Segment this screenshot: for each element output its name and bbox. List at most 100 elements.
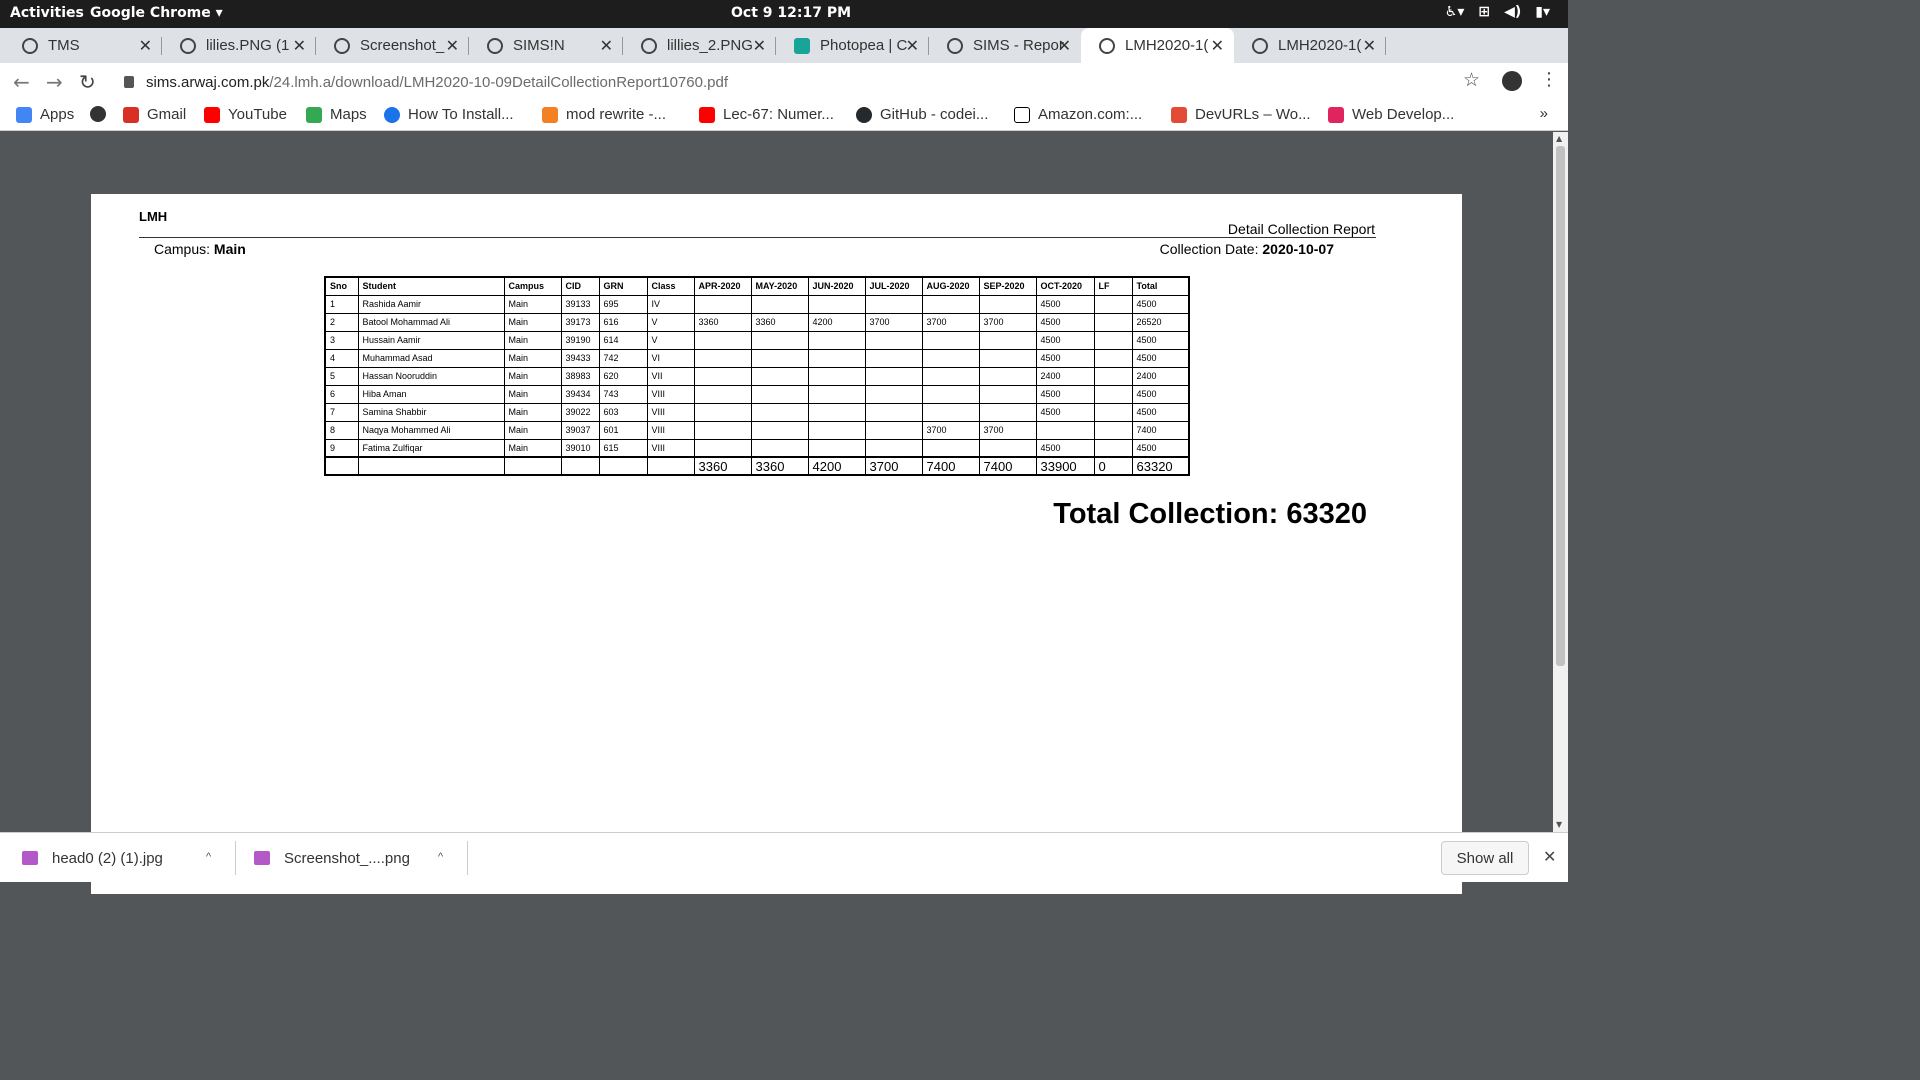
- profile-avatar-icon[interactable]: [1502, 71, 1522, 91]
- table-cell: 38983: [560, 366, 600, 386]
- total-cell: 3700: [864, 456, 923, 476]
- chevron-up-icon[interactable]: ^: [438, 851, 443, 863]
- table-cell: 4500: [1035, 384, 1095, 404]
- reload-icon[interactable]: ↻: [79, 70, 96, 94]
- clock[interactable]: Oct 9 12:17 PM: [731, 5, 851, 21]
- tab[interactable]: Photopea | C ✕: [776, 28, 929, 63]
- tab[interactable]: lilies.PNG (1 ✕: [162, 28, 316, 63]
- collection-date-line: Collection Date: 2020-10-07: [1160, 241, 1334, 257]
- close-icon[interactable]: ✕: [139, 36, 152, 56]
- bookmarks-overflow-button[interactable]: »: [1540, 105, 1548, 122]
- table-cell: [1093, 312, 1133, 332]
- pdf-viewer[interactable]: LMH Detail Collection Report Campus: Mai…: [0, 132, 1568, 894]
- total-cell: 0: [1093, 456, 1133, 476]
- bookmark-stackoverflow[interactable]: mod rewrite -...: [542, 106, 666, 123]
- table-cell: Hiba Aman: [357, 384, 505, 404]
- bookmark-apps[interactable]: Apps: [16, 106, 74, 123]
- total-cell: 3360: [693, 456, 752, 476]
- close-icon[interactable]: ✕: [1543, 847, 1556, 867]
- tab[interactable]: SIMS - Repor ✕: [929, 28, 1081, 63]
- close-icon[interactable]: ✕: [906, 36, 919, 56]
- table-cell: [750, 348, 809, 368]
- campus-line: Campus: Main: [154, 241, 246, 257]
- tab-strip: TMS ✕ lilies.PNG (1 ✕ Screenshot_ ✕ SIMS!N ✕…: [0, 28, 1568, 84]
- tab[interactable]: LMH2020-1(✕: [1234, 28, 1386, 63]
- tab[interactable]: lillies_2.PNG ✕: [623, 28, 776, 63]
- close-icon[interactable]: ✕: [446, 36, 459, 56]
- network-icon[interactable]: ⊞: [1478, 4, 1490, 20]
- bookmark-gmail[interactable]: Gmail: [123, 106, 186, 123]
- activities-button[interactable]: Activities: [10, 5, 84, 21]
- table-cell: Batool Mohammad Ali: [357, 312, 505, 332]
- column-header: Student: [357, 276, 505, 296]
- table-cell: V: [646, 312, 695, 332]
- table-cell: VII: [646, 366, 695, 386]
- table-cell: [978, 366, 1037, 386]
- table-cell: VIII: [646, 402, 695, 422]
- table-cell: 39037: [560, 420, 600, 440]
- table-cell: VIII: [646, 438, 695, 458]
- bookmark-lecture[interactable]: Lec-67: Numer...: [699, 106, 834, 123]
- tab[interactable]: TMS ✕: [4, 28, 162, 63]
- scroll-up-icon[interactable]: ▲: [1556, 134, 1562, 143]
- lock-icon[interactable]: [124, 76, 134, 88]
- bookmark-maps[interactable]: Maps: [306, 106, 367, 123]
- bookmark-label: mod rewrite -...: [566, 106, 667, 123]
- tab[interactable]: SIMS!N ✕: [469, 28, 623, 63]
- download-item[interactable]: head0 (2) (1).jpg ^: [22, 833, 232, 883]
- bookmark-star-icon[interactable]: ☆: [1463, 69, 1480, 91]
- bookmark-label: GitHub - codei...: [880, 106, 989, 123]
- close-icon[interactable]: ✕: [753, 36, 766, 56]
- download-item[interactable]: Screenshot_....png ^: [254, 833, 464, 883]
- close-icon[interactable]: ✕: [1363, 36, 1376, 56]
- table-cell: VI: [646, 348, 695, 368]
- globe-icon: [90, 106, 106, 122]
- table-cell: [864, 366, 923, 386]
- show-all-button[interactable]: Show all: [1441, 841, 1529, 875]
- bookmark-amazon[interactable]: Amazon.com:...: [1014, 106, 1142, 123]
- accessibility-icon[interactable]: ♿▾: [1445, 4, 1465, 20]
- volume-icon[interactable]: ◀): [1504, 4, 1521, 20]
- bookmark-install[interactable]: How To Install...: [384, 106, 514, 123]
- tab-active[interactable]: LMH2020-1(✕: [1081, 28, 1234, 63]
- table-cell: 601: [598, 420, 648, 440]
- bookmark-devurls[interactable]: DevURLs – Wo...: [1171, 106, 1311, 123]
- bookmark-github[interactable]: GitHub - codei...: [856, 106, 988, 123]
- table-cell: 3: [324, 330, 359, 350]
- bookmark-youtube[interactable]: YouTube: [204, 106, 287, 123]
- table-cell: [921, 348, 980, 368]
- table-cell: 4500: [1131, 348, 1190, 368]
- table-cell: 3700: [978, 420, 1037, 440]
- globe-icon: [180, 37, 196, 54]
- column-header: Campus: [503, 276, 562, 296]
- bookmark-label: Apps: [40, 106, 75, 123]
- system-top-bar: Activities Google Chrome ▾ Oct 9 12:17 P…: [0, 0, 1568, 28]
- bookmark-globe[interactable]: [90, 106, 114, 122]
- table-cell: [1093, 348, 1133, 368]
- table-cell: 614: [598, 330, 648, 350]
- globe-icon: [641, 37, 657, 54]
- address-bar[interactable]: sims.arwaj.com.pk/24.lmh.a/download/LMH2…: [118, 66, 1498, 98]
- system-tray[interactable]: ♿▾ ⊞ ◀) ▮▾: [1445, 4, 1550, 20]
- close-icon[interactable]: ✕: [293, 36, 306, 56]
- battery-icon[interactable]: ▮▾: [1535, 4, 1550, 20]
- tab-title: Photopea | C: [820, 37, 908, 54]
- scroll-thumb[interactable]: [1556, 146, 1565, 666]
- table-row: 2 Batool Mohammad Ali Main 39173 616 V 3360 336…: [324, 312, 1190, 332]
- vertical-scrollbar[interactable]: ▲ ▼: [1553, 132, 1568, 832]
- close-icon[interactable]: ✕: [1058, 36, 1071, 56]
- table-cell: [750, 384, 809, 404]
- bookmark-webdev[interactable]: Web Develop...: [1328, 106, 1454, 123]
- forward-arrow-icon[interactable]: →: [46, 70, 63, 94]
- scroll-down-icon[interactable]: ▼: [1556, 820, 1562, 829]
- menu-kebab-icon[interactable]: ⋮: [1540, 69, 1558, 90]
- close-icon[interactable]: ✕: [600, 36, 613, 56]
- table-cell: 4200: [807, 312, 866, 332]
- tab[interactable]: Screenshot_ ✕: [316, 28, 469, 63]
- app-menu[interactable]: Google Chrome ▾: [90, 5, 223, 21]
- table-cell: 7400: [1131, 420, 1190, 440]
- chevron-up-icon[interactable]: ^: [206, 851, 211, 863]
- collection-table: Sno Student Campus CID GRN Class APR-2020 MAY-2…: [324, 276, 1190, 476]
- close-icon[interactable]: ✕: [1211, 36, 1224, 56]
- back-arrow-icon[interactable]: ←: [13, 70, 30, 94]
